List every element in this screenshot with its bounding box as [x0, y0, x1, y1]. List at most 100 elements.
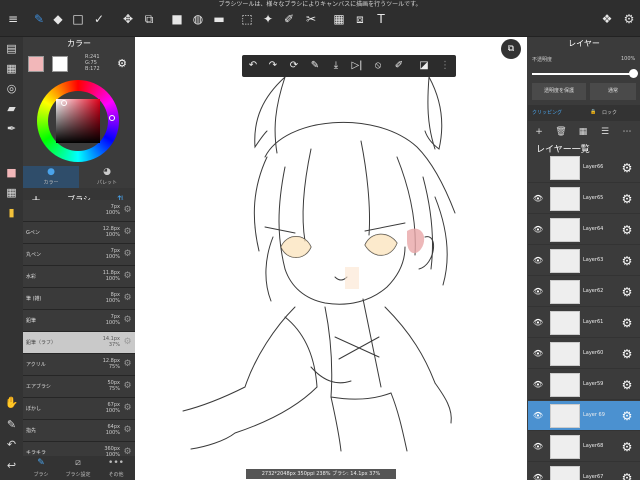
brush-settings-gear-icon[interactable]: ⚙ — [122, 403, 133, 414]
layer-row[interactable]: 👁 Layer63 ⚙ — [528, 246, 640, 276]
brush-settings-gear-icon[interactable]: ⚙ — [122, 293, 133, 304]
move-tool-icon[interactable]: ✥ — [121, 12, 135, 26]
hand-icon[interactable]: ✋ — [4, 395, 19, 410]
menu-icon[interactable]: ≡ — [6, 12, 20, 26]
tab-palette[interactable]: ◕ パレット — [79, 166, 135, 188]
save-button[interactable]: ⤓ — [329, 59, 343, 73]
canvas-view-toggle[interactable]: ⧉ — [501, 39, 521, 59]
transform-tool-icon[interactable]: ⧉ — [142, 12, 156, 26]
layer-settings-gear-icon[interactable]: ⚙ — [620, 409, 634, 423]
tab-brush[interactable]: ✎ ブラシ — [23, 456, 59, 480]
brush-tool-icon[interactable]: ✎ — [32, 12, 46, 26]
eraser-tool-icon[interactable]: ◆ — [51, 12, 65, 26]
deselect-button[interactable]: ⦸ — [371, 59, 385, 73]
magic-wand-icon[interactable]: ✦ — [261, 12, 275, 26]
text-tool-icon[interactable]: T — [374, 12, 388, 26]
layer-settings-gear-icon[interactable]: ⚙ — [620, 347, 634, 361]
brush-settings-gear-icon[interactable]: ⚙ — [122, 315, 133, 326]
layer-row[interactable]: 👁 Layer62 ⚙ — [528, 277, 640, 307]
eye-icon[interactable]: 👁 — [532, 317, 544, 329]
select-pen-icon[interactable]: ✐ — [282, 12, 296, 26]
merge-layer-icon[interactable]: ▦ — [576, 125, 590, 139]
brush-item[interactable]: エアブラシ 50px 75% ⚙ — [23, 376, 135, 398]
flip-button[interactable]: ▷| — [350, 59, 364, 73]
brush-settings-gear-icon[interactable]: ⚙ — [122, 381, 133, 392]
settings-icon[interactable]: ⚙ — [622, 12, 636, 26]
layer-row[interactable]: 👁 Layer64 ⚙ — [528, 215, 640, 245]
layer-row[interactable]: 👁 Layer68 ⚙ — [528, 432, 640, 462]
color-wheel[interactable] — [37, 80, 119, 162]
brush-item[interactable]: アクリル 12.8px 75% ⚙ — [23, 354, 135, 376]
eye-icon[interactable]: 👁 — [532, 255, 544, 267]
select-eraser-icon[interactable]: ✂ — [304, 12, 318, 26]
layer-settings-gear-icon[interactable]: ⚙ — [620, 254, 634, 268]
eye-icon[interactable]: 👁 — [532, 286, 544, 298]
drawing-canvas[interactable]: ↶ ↷ ⟳ ✎ ⤓ ▷| ⦸ ✐ ◪ ⋮ ⧉ 2732*2048px 350pp… — [135, 37, 527, 480]
color-chip-icon[interactable]: ■ — [4, 165, 19, 180]
opacity-slider[interactable] — [532, 69, 638, 78]
layer-settings-gear-icon[interactable]: ⚙ — [620, 471, 634, 480]
snap-icon[interactable]: ◎ — [4, 81, 19, 96]
eye-icon[interactable]: 👁 — [532, 193, 544, 205]
primary-color-swatch[interactable] — [28, 56, 44, 72]
clipping-toggle[interactable]: クリッピング — [532, 109, 562, 116]
color-settings-icon[interactable]: ⚙ — [115, 57, 129, 71]
invert-button[interactable]: ◪ — [417, 59, 431, 73]
eye-icon[interactable]: 👁 — [532, 379, 544, 391]
materials-icon[interactable]: ❖ — [600, 12, 614, 26]
layers-toggle-icon[interactable]: ▤ — [4, 41, 19, 56]
layer-settings-gear-icon[interactable]: ⚙ — [620, 192, 634, 206]
brush-item[interactable]: 鉛筆 7px 100% ⚙ — [23, 310, 135, 332]
lock-toggle[interactable]: ロック — [602, 109, 617, 116]
opacity-slider-knob[interactable] — [629, 69, 638, 78]
brush-item[interactable]: 水彩 11.8px 100% ⚙ — [23, 266, 135, 288]
rotate-button[interactable]: ⟳ — [287, 59, 301, 73]
eyedropper-icon[interactable]: ✎ — [4, 417, 19, 432]
layer-settings-gear-icon[interactable]: ⚙ — [620, 161, 634, 175]
layer-settings-gear-icon[interactable]: ⚙ — [620, 440, 634, 454]
fill-rect-icon[interactable]: ■ — [170, 12, 184, 26]
layer-list-icon[interactable]: ☰ — [598, 125, 612, 139]
layer-settings-gear-icon[interactable]: ⚙ — [620, 378, 634, 392]
layer-more-icon[interactable]: ⋯ — [620, 125, 634, 139]
sv-marker[interactable] — [61, 100, 67, 106]
layer-row[interactable]: 👁 Layer 69 ⚙ — [528, 401, 640, 431]
brush-settings-gear-icon[interactable]: ⚙ — [122, 359, 133, 370]
edit-selection-button[interactable]: ✐ — [392, 59, 406, 73]
layer-settings-gear-icon[interactable]: ⚙ — [620, 223, 634, 237]
tab-color[interactable]: ● カラー — [23, 166, 79, 188]
gradient-icon[interactable]: ▬ — [212, 12, 226, 26]
rect-tool-icon[interactable]: □ — [71, 12, 85, 26]
protect-alpha-button[interactable]: 透明度を保護 — [532, 83, 586, 100]
layer-settings-gear-icon[interactable]: ⚙ — [620, 285, 634, 299]
float-bar-handle[interactable]: ⋮ — [438, 59, 452, 73]
brush-settings-gear-icon[interactable]: ⚙ — [122, 271, 133, 282]
eye-icon[interactable]: 👁 — [532, 441, 544, 453]
material-icon[interactable]: ▮ — [4, 205, 19, 220]
tab-other[interactable]: ••• その他 — [98, 456, 134, 480]
layer-settings-gear-icon[interactable]: ⚙ — [620, 316, 634, 330]
tab-brush-settings[interactable]: ⧄ ブラシ設定 — [60, 456, 96, 480]
brush-item[interactable]: 7px 100% ⚙ — [23, 200, 135, 222]
check-icon[interactable]: ✓ — [92, 12, 106, 26]
brush-item[interactable]: 筆 (雑) 8px 100% ⚙ — [23, 288, 135, 310]
brush-settings-gear-icon[interactable]: ⚙ — [122, 249, 133, 260]
ruler-icon[interactable]: ▰ — [4, 101, 19, 116]
undo-button[interactable]: ↶ — [246, 59, 260, 73]
brush-item[interactable]: 指先 64px 100% ⚙ — [23, 420, 135, 442]
brush-settings-gear-icon[interactable]: ⚙ — [122, 337, 133, 348]
eye-icon[interactable]: 👁 — [532, 472, 544, 480]
back-icon[interactable]: ↩ — [4, 458, 19, 473]
pen-icon[interactable]: ✒ — [4, 121, 19, 136]
pen-button[interactable]: ✎ — [308, 59, 322, 73]
secondary-color-swatch[interactable] — [52, 56, 68, 72]
brush-settings-gear-icon[interactable]: ⚙ — [122, 205, 133, 216]
brush-item[interactable]: ぼかし 67px 100% ⚙ — [23, 398, 135, 420]
layer-row[interactable]: 👁 Layer65 ⚙ — [528, 184, 640, 214]
select-toggle-icon[interactable]: ▦ — [4, 61, 19, 76]
grid-icon[interactable]: ▦ — [4, 185, 19, 200]
brush-item[interactable]: Gペン 12.8px 100% ⚙ — [23, 222, 135, 244]
select-icon[interactable]: ⬚ — [240, 12, 254, 26]
layer-row[interactable]: 👁 Layer61 ⚙ — [528, 308, 640, 338]
brush-item[interactable]: 丸ペン 7px 100% ⚙ — [23, 244, 135, 266]
